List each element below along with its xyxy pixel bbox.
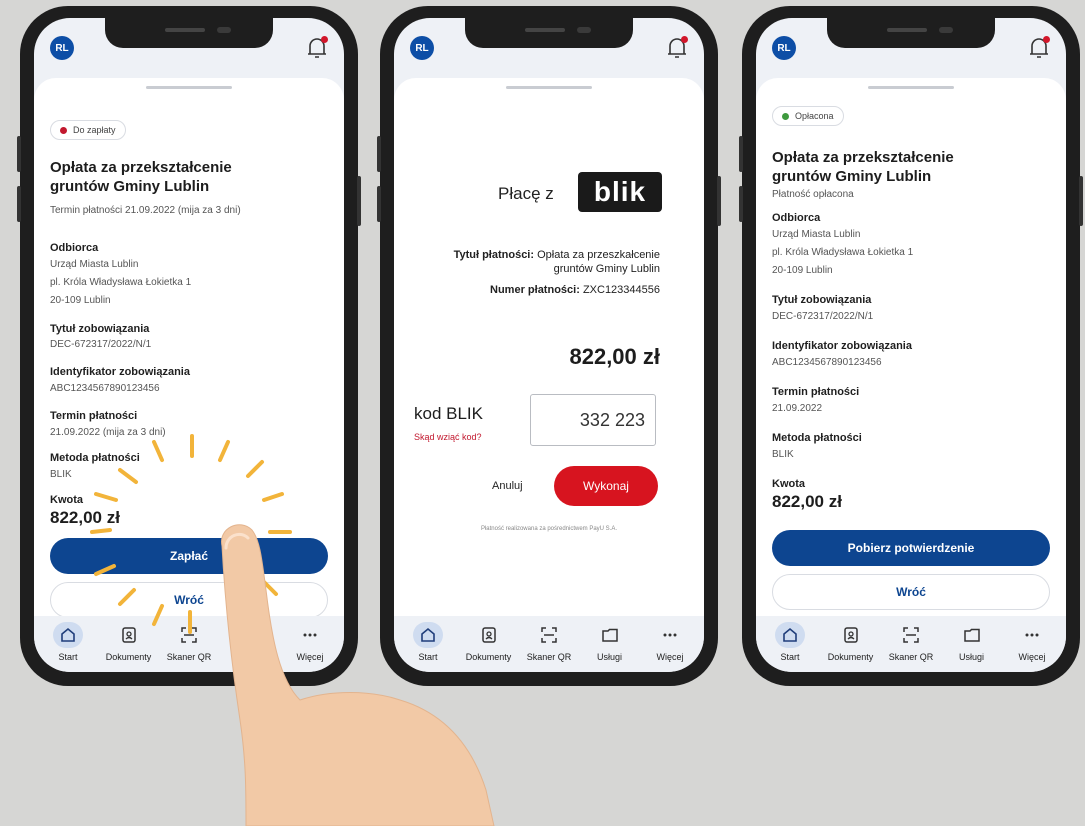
- obligation-id-value: ABC1234567890123456: [50, 383, 160, 394]
- due-date-value: 21.09.2022 (mija za 3 dni): [50, 427, 166, 438]
- bell-icon[interactable]: [1028, 36, 1050, 60]
- folder-icon: [957, 622, 987, 648]
- nav-documents[interactable]: Dokumenty: [461, 622, 517, 672]
- bell-icon[interactable]: [666, 36, 688, 60]
- payment-status: Płatność opłacona: [772, 189, 854, 200]
- obligation-title-value: DEC-672317/2022/N/1: [772, 311, 874, 322]
- qr-scan-icon: [534, 622, 564, 648]
- back-button[interactable]: Wróć: [772, 574, 1050, 610]
- more-icon: [295, 622, 325, 648]
- blik-code-input[interactable]: 332 223: [530, 394, 656, 446]
- bottom-nav: Start Dokumenty Skaner QR Usługi Więcej: [34, 616, 344, 672]
- pay-button[interactable]: Zapłać: [50, 538, 328, 574]
- details-card: Do zapłaty Opłata za przekształcenie grun…: [34, 78, 344, 618]
- status-badge: Do zapłaty: [50, 120, 126, 140]
- qr-scan-icon: [174, 622, 204, 648]
- bottom-nav: Start Dokumenty Skaner QR Usługi Więcej: [394, 616, 704, 672]
- nav-start[interactable]: Start: [40, 622, 96, 672]
- blik-card: Płacę z blik Tytuł płatności: Opłata za …: [394, 78, 704, 617]
- more-icon: [1017, 622, 1047, 648]
- home-icon: [413, 622, 443, 648]
- document-icon: [114, 622, 144, 648]
- obligation-title-value: DEC-672317/2022/N/1: [50, 339, 152, 350]
- folder-icon: [595, 622, 625, 648]
- home-icon: [775, 622, 805, 648]
- nav-qr[interactable]: Skaner QR: [521, 622, 577, 672]
- obligation-id-value: ABC1234567890123456: [772, 357, 882, 368]
- avatar[interactable]: RL: [50, 36, 74, 60]
- phone-3: RL Opłacona Opłata za przekształcenie gru…: [739, 6, 1083, 686]
- back-button[interactable]: Wróć: [50, 582, 328, 618]
- nav-services[interactable]: Usługi: [944, 622, 1000, 672]
- obligation-title-label: Tytuł zobowiązania: [772, 294, 872, 306]
- screen-payment-due: RL Do zapłaty Opłata za przekształcenie g…: [34, 18, 344, 672]
- amount-label: Kwota: [772, 478, 805, 490]
- pay-with-label: Płacę z: [498, 184, 554, 203]
- bottom-nav: Start Dokumenty Skaner QR Usługi Więcej: [756, 616, 1066, 672]
- amount-label: Kwota: [50, 494, 83, 506]
- avatar[interactable]: RL: [410, 36, 434, 60]
- due-date-label: Termin płatności: [50, 410, 138, 422]
- payment-title: Tytuł płatności: Opłata za przeszkałceni…: [453, 249, 660, 275]
- amount-value: 822,00 zł: [50, 508, 120, 527]
- more-icon: [655, 622, 685, 648]
- payu-footer: Płatność realizowana za pośrednictwem Pa…: [480, 526, 618, 532]
- amount-value: 822,00 zł: [772, 492, 842, 511]
- page-title: Opłata za przekształcenie gruntów Gminy L…: [772, 149, 954, 185]
- payment-number: Numer płatności: ZXC123344556: [490, 284, 660, 296]
- nav-start[interactable]: Start: [400, 622, 456, 672]
- document-icon: [836, 622, 866, 648]
- cancel-button[interactable]: Anuluj: [492, 480, 523, 492]
- due-date-value: 21.09.2022: [772, 403, 823, 414]
- screen-payment-paid: RL Opłacona Opłata za przekształcenie gru…: [756, 18, 1066, 672]
- nav-more[interactable]: Więcej: [1004, 622, 1060, 672]
- recipient-label: Odbiorca: [772, 212, 821, 224]
- payment-method-label: Metoda płatności: [772, 432, 862, 444]
- nav-qr[interactable]: Skaner QR: [161, 622, 217, 672]
- recipient-value: Urząd Miasta Lublin pl. Króla Władysława …: [772, 229, 914, 276]
- document-icon: [474, 622, 504, 648]
- phone-2: RL Płacę z blik Tytuł płatności: Opłata …: [377, 6, 721, 686]
- blik-code-label: kod BLIK: [414, 404, 483, 423]
- payment-method-label: Metoda płatności: [50, 452, 140, 464]
- screen-blik-payment: RL Płacę z blik Tytuł płatności: Opłata …: [394, 18, 704, 672]
- blik-logo: blik: [578, 172, 662, 212]
- nav-documents[interactable]: Dokumenty: [101, 622, 157, 672]
- payment-method-value: BLIK: [50, 469, 72, 480]
- due-date-label: Termin płatności: [772, 386, 860, 398]
- recipient-value: Urząd Miasta Lublin pl. Króla Władysława …: [50, 259, 192, 306]
- nav-start[interactable]: Start: [762, 622, 818, 672]
- status-badge: Opłacona: [772, 106, 844, 126]
- nav-more[interactable]: Więcej: [642, 622, 698, 672]
- page-title: Opłata za przekształcenie gruntów Gminy L…: [50, 159, 232, 195]
- obligation-title-label: Tytuł zobowiązania: [50, 323, 150, 335]
- confirm-button[interactable]: Wykonaj: [554, 466, 658, 506]
- obligation-id-label: Identyfikator zobowiązania: [772, 340, 912, 352]
- folder-icon: [235, 622, 265, 648]
- avatar[interactable]: RL: [772, 36, 796, 60]
- nav-documents[interactable]: Dokumenty: [823, 622, 879, 672]
- nav-more[interactable]: Więcej: [282, 622, 338, 672]
- payment-method-value: BLIK: [772, 449, 794, 460]
- due-notice: Termin płatności 21.09.2022 (mija za 3 d…: [50, 205, 241, 216]
- nav-services[interactable]: Usługi: [582, 622, 638, 672]
- phone-1: RL Do zapłaty Opłata za przekształcenie g…: [17, 6, 361, 686]
- bell-icon[interactable]: [306, 36, 328, 60]
- recipient-label: Odbiorca: [50, 242, 99, 254]
- nav-services[interactable]: Usługi: [222, 622, 278, 672]
- home-icon: [53, 622, 83, 648]
- details-card: Opłacona Opłata za przekształcenie gruntó…: [756, 78, 1066, 617]
- nav-qr[interactable]: Skaner QR: [883, 622, 939, 672]
- download-confirmation-button[interactable]: Pobierz potwierdzenie: [772, 530, 1050, 566]
- obligation-id-label: Identyfikator zobowiązania: [50, 366, 190, 378]
- blik-code-help-link[interactable]: Skąd wziąć kod?: [414, 432, 482, 442]
- qr-scan-icon: [896, 622, 926, 648]
- amount-value: 822,00 zł: [569, 344, 660, 369]
